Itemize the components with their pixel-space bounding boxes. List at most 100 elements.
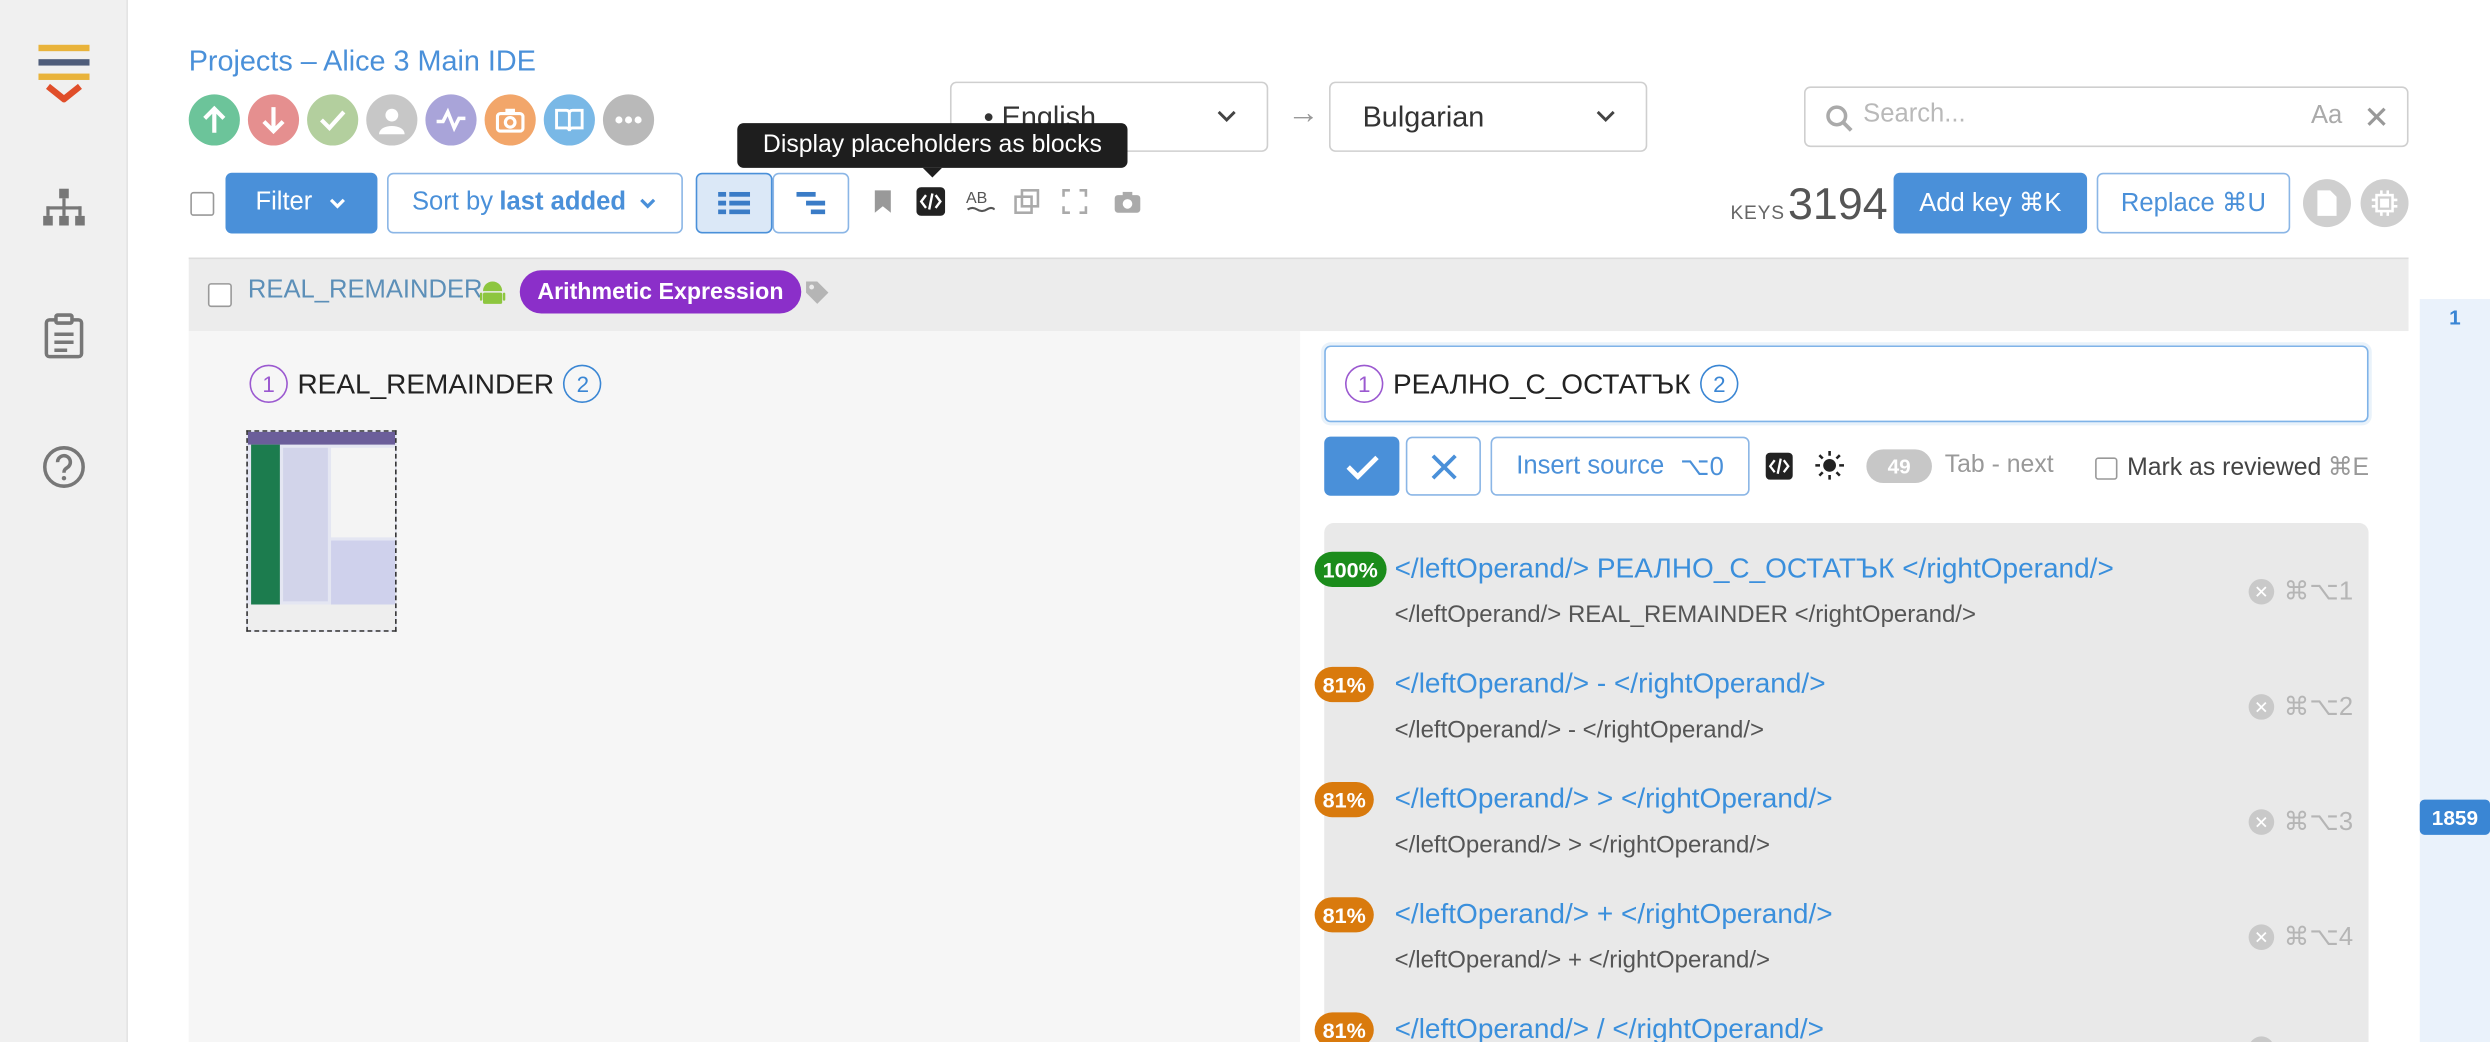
target-language-select[interactable]: Bulgarian — [1329, 81, 1648, 152]
cancel-button[interactable] — [1405, 436, 1481, 496]
list-view-button[interactable] — [695, 172, 773, 234]
app-logo-icon[interactable] — [32, 38, 96, 103]
suggestion-item[interactable]: 81% </leftOperand/> - </rightOperand/> <… — [1314, 638, 2368, 744]
clear-search-icon[interactable] — [2365, 106, 2387, 128]
target-language-value: Bulgarian — [1362, 99, 1485, 132]
placeholder-code-icon[interactable] — [1762, 449, 1794, 481]
match-percent-badge: 81% — [1314, 666, 1374, 703]
translation-editor[interactable]: 1 РЕАЛНО_С_ОСТАТЪК 2 — [1324, 345, 2369, 423]
list-view-icon — [718, 191, 751, 215]
search-box: Aa — [1804, 86, 2409, 148]
chevron-down-icon — [1217, 110, 1236, 122]
chip-icon[interactable] — [2360, 179, 2409, 228]
filter-label: Filter — [255, 188, 313, 216]
suggestion-item[interactable]: 81% </leftOperand/> + </rightOperand/> <… — [1314, 868, 2368, 974]
suggestion-translation[interactable]: </leftOperand/> - </rightOperand/> — [1395, 667, 1826, 701]
search-icon — [1826, 105, 1853, 132]
hierarchy-icon[interactable] — [32, 176, 96, 240]
insert-source-label: Insert source — [1516, 451, 1665, 479]
keys-label: KEYS — [1730, 201, 1785, 224]
key-name-link[interactable]: REAL_REMAINDER — [248, 277, 483, 306]
camera-icon[interactable] — [1112, 186, 1144, 218]
help-icon[interactable] — [32, 435, 96, 499]
placeholder-2-badge: 2 — [563, 364, 603, 404]
suggestions-panel: 100% </leftOperand/> РЕАЛНО_С_ОСТАТЪК </… — [1314, 522, 2369, 1042]
match-percent-badge: 100% — [1314, 551, 1386, 587]
check-icon — [1345, 454, 1378, 479]
breadcrumb[interactable]: Projects – Alice 3 Main IDE — [189, 45, 536, 79]
suggestion-shortcut: ✕ ⌘⌥1 — [2248, 576, 2354, 608]
suggestion-source: </leftOperand/> > </rightOperand/> — [1394, 831, 1771, 859]
suggestion-shortcut: ✕ ⌘⌥2 — [2248, 691, 2354, 723]
search-input[interactable] — [1863, 100, 2295, 130]
scroll-minimap[interactable] — [2419, 299, 2490, 1042]
more-icon[interactable] — [602, 94, 655, 146]
suggestion-shortcut: ✕ ⌘⌥4 — [2248, 921, 2353, 953]
key-checkbox[interactable] — [207, 283, 232, 308]
suggestion-source: </leftOperand/> + </rightOperand/> — [1394, 946, 1771, 974]
book-icon[interactable] — [543, 94, 595, 146]
suggestion-translation[interactable]: </leftOperand/> > </rightOperand/> — [1395, 782, 1833, 816]
placeholder-1-badge: 1 — [249, 364, 288, 404]
mark-reviewed-checkbox[interactable]: Mark as reviewed ⌘E — [2095, 453, 2369, 483]
scroll-position-marker[interactable]: 1859 — [2419, 799, 2490, 835]
mark-reviewed-shortcut: ⌘E — [2327, 454, 2370, 482]
dismiss-icon[interactable]: ✕ — [2248, 924, 2275, 950]
filter-button[interactable]: Filter — [225, 172, 378, 234]
chevron-down-icon — [1596, 110, 1615, 122]
save-button[interactable] — [1324, 436, 1400, 496]
reviewed-checkbox[interactable] — [2095, 456, 2118, 479]
tree-view-button[interactable] — [772, 172, 850, 234]
check-icon[interactable] — [307, 94, 359, 146]
android-icon — [479, 281, 506, 304]
source-text-row: 1 REAL_REMAINDER 2 — [249, 364, 603, 404]
suggestion-translation[interactable]: </leftOperand/> / </rightOperand/> — [1395, 1012, 1824, 1042]
sort-button[interactable]: Sort by last added — [387, 172, 683, 234]
scroll-top-number[interactable]: 1 — [2420, 305, 2490, 329]
match-percent-badge: 81% — [1314, 782, 1374, 818]
sort-value: last added — [499, 188, 626, 216]
shortcut-text: ⌘⌥2 — [2283, 694, 2354, 722]
bookmark-icon[interactable] — [867, 186, 899, 218]
case-sensitive-toggle[interactable]: Aa — [2311, 102, 2342, 131]
spellcheck-icon[interactable]: AB — [964, 186, 996, 218]
select-all-checkbox[interactable] — [190, 191, 215, 216]
tag-badge[interactable]: Arithmetic Expression — [519, 270, 802, 314]
dismiss-icon[interactable]: ✕ — [2248, 578, 2275, 605]
suggestion-translation[interactable]: </leftOperand/> + </rightOperand/> — [1395, 897, 1833, 931]
key-header: REAL_REMAINDER Arithmetic Expression — [188, 257, 2409, 332]
suggestion-item[interactable]: 81% </leftOperand/> > </rightOperand/> <… — [1314, 753, 2368, 859]
add-key-button[interactable]: Add key ⌘K — [1893, 172, 2088, 234]
suggestion-source: </leftOperand/> - </rightOperand/> — [1394, 716, 1765, 744]
insert-source-shortcut: ⌥0 — [1680, 453, 1724, 481]
suggestion-translation[interactable]: </leftOperand/> РЕАЛНО_С_ОСТАТЪК </right… — [1395, 552, 2114, 586]
download-icon[interactable] — [247, 94, 300, 146]
keys-count: 3194 — [1788, 179, 1888, 229]
screenshot-thumbnail[interactable] — [246, 430, 397, 632]
tree-view-icon — [796, 191, 826, 215]
left-navigation — [0, 0, 128, 1042]
camera-icon[interactable] — [484, 94, 536, 146]
upload-icon[interactable] — [188, 94, 240, 146]
suggestion-item[interactable]: 81% </leftOperand/> / </rightOperand/> ✕ — [1314, 984, 2368, 1042]
suggestion-item[interactable]: 100% </leftOperand/> РЕАЛНО_С_ОСТАТЪК </… — [1314, 523, 2368, 629]
tag-icon[interactable] — [804, 280, 830, 306]
user-icon[interactable] — [366, 94, 418, 146]
dismiss-icon[interactable]: ✕ — [2248, 809, 2275, 835]
clipboard-icon[interactable] — [32, 304, 96, 368]
match-percent-badge: 81% — [1314, 897, 1374, 933]
expand-icon[interactable] — [1059, 186, 1091, 218]
dismiss-icon[interactable]: ✕ — [2248, 1036, 2275, 1042]
brightness-icon[interactable] — [1814, 449, 1846, 481]
replace-button[interactable]: Replace ⌘U — [2096, 172, 2291, 234]
activity-icon[interactable] — [425, 94, 477, 146]
suggestion-source: </leftOperand/> REAL_REMAINDER </rightOp… — [1394, 601, 1976, 629]
translation-text[interactable]: РЕАЛНО_С_ОСТАТЪК — [1393, 367, 1691, 401]
chevron-down-icon — [330, 198, 346, 209]
insert-source-button[interactable]: Insert source ⌥0 — [1490, 436, 1750, 496]
placeholder-code-icon[interactable] — [915, 186, 947, 218]
shortcut-text: ⌘⌥1 — [2283, 578, 2354, 607]
document-icon[interactable] — [2302, 179, 2351, 228]
copy-icon[interactable] — [1011, 186, 1043, 218]
dismiss-icon[interactable]: ✕ — [2248, 694, 2275, 720]
